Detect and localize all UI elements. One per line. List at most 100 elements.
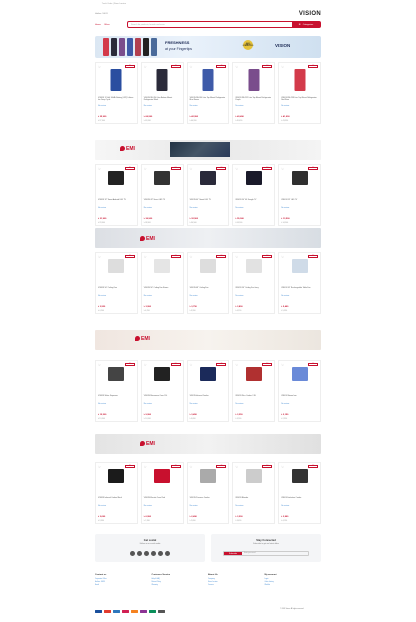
wishlist-icon[interactable]: ♡ xyxy=(281,167,284,171)
top-links[interactable]: Track Order | Store Locator xyxy=(102,3,126,5)
product-image[interactable] xyxy=(291,469,308,483)
product-image[interactable] xyxy=(108,259,125,273)
tiktok-icon[interactable] xyxy=(165,551,170,556)
product-card[interactable]: ♡ -6% VISION 56" Ceiling Fan No review ৳ 3,9… xyxy=(95,252,138,314)
product-card[interactable]: ♡ -5% VISION RE-238 Liter Top Mount Refrig… xyxy=(278,62,321,124)
product-image[interactable] xyxy=(199,259,216,273)
product-card[interactable]: ♡ -7% VISION 12 Volt 100Ah Battery (LFP) L… xyxy=(95,62,138,124)
twitter-icon[interactable] xyxy=(151,551,156,556)
email-input[interactable]: Enter your email xyxy=(242,553,308,554)
product-image[interactable] xyxy=(291,367,308,381)
wishlist-icon[interactable]: ♡ xyxy=(98,167,101,171)
product-name[interactable]: VISION RE-244 Liter Top Mount Refrigerat… xyxy=(190,97,227,102)
product-card[interactable]: ♡ -4% VISION RE-252 Liter Top Mount Refrig… xyxy=(232,62,276,124)
product-card[interactable]: ♡ -9% VISION Microwave Oven 20L No review ৳ … xyxy=(140,360,184,422)
kitchen-banner[interactable]: EMI xyxy=(95,330,321,350)
product-name[interactable]: VISION Pressure Cooker xyxy=(190,497,227,499)
product-card[interactable]: ♡ -7% VISION Electric Oven Red No review ৳ 6… xyxy=(140,462,184,524)
product-card[interactable]: ♡ -4% VISION RE-244 Liter Top Mount Refrig… xyxy=(186,62,230,124)
product-name[interactable]: VISION Rice Cooker 2.8L xyxy=(235,395,272,397)
appliance-banner[interactable]: EMI xyxy=(95,434,321,454)
product-image[interactable] xyxy=(156,69,168,91)
wishlist-icon[interactable]: ♡ xyxy=(235,167,238,171)
product-name[interactable]: VISION 56" Ceiling Fan Ivory xyxy=(235,287,272,289)
product-card[interactable]: ♡ -5% VISION 43" Smart LED TV No review ৳ 36… xyxy=(140,164,184,226)
wishlist-icon[interactable]: ♡ xyxy=(144,167,147,171)
product-image[interactable] xyxy=(245,171,262,185)
product-card[interactable]: ♡ -8% VISION 16" Rechargeable Table Fan No … xyxy=(278,252,321,314)
product-name[interactable]: VISION Microwave Oven 20L xyxy=(144,395,181,397)
product-image[interactable] xyxy=(291,171,308,185)
product-name[interactable]: VISION 24" LED TV xyxy=(281,199,318,201)
wishlist-icon[interactable]: ♡ xyxy=(98,363,101,367)
product-image[interactable] xyxy=(154,367,171,381)
product-image[interactable] xyxy=(154,259,171,273)
product-name[interactable]: VISION 43" Smart LED TV xyxy=(144,199,181,201)
product-card[interactable]: ♡ -6% VISION Blender No review ৳ 3,290 ৳ 3,49… xyxy=(232,462,276,524)
wishlist-icon[interactable]: ♡ xyxy=(281,65,284,69)
wishlist-icon[interactable]: ♡ xyxy=(235,363,238,367)
wishlist-icon[interactable]: ♡ xyxy=(235,465,238,469)
product-image[interactable] xyxy=(108,469,125,483)
subscribe-button[interactable]: Subscribe xyxy=(224,552,242,555)
product-name[interactable]: VISION 40" Smart LED TV xyxy=(190,199,227,201)
product-card[interactable]: ♡ -7% VISION Infrared Cooker No review ৳ 3,4… xyxy=(186,360,230,422)
wishlist-icon[interactable]: ♡ xyxy=(190,465,193,469)
product-image[interactable] xyxy=(199,367,216,381)
product-name[interactable]: VISION Infrared Cooker xyxy=(190,395,227,397)
product-card[interactable]: ♡ -9% VISION Steam Iron No review ৳ 2,150 ৳ 2… xyxy=(278,360,321,422)
linkedin-icon[interactable] xyxy=(158,551,163,556)
product-name[interactable]: VISION Blender xyxy=(235,497,272,499)
tv-banner[interactable]: EMI xyxy=(95,140,321,160)
product-card[interactable]: ♡ -6% VISION 56" Ceiling Fan Ivory No revie… xyxy=(232,252,276,314)
wishlist-icon[interactable]: ♡ xyxy=(98,65,101,69)
categories-button[interactable]: ☰ Categories xyxy=(292,22,320,27)
product-card[interactable]: ♡ -7% VISION Pressure Cooker No review ৳ 2,4… xyxy=(186,462,230,524)
wishlist-icon[interactable]: ♡ xyxy=(98,255,101,259)
wishlist-icon[interactable]: ♡ xyxy=(235,65,238,69)
hero-banner[interactable]: FRESHNESS at your Fingertips BEST QUALIT… xyxy=(95,36,321,58)
product-name[interactable]: VISION Steam Iron xyxy=(281,395,318,397)
product-image[interactable] xyxy=(154,171,171,185)
product-image[interactable] xyxy=(199,171,216,185)
product-name[interactable]: VISION Water Dispenser xyxy=(98,395,135,397)
product-image[interactable] xyxy=(108,171,125,185)
wishlist-icon[interactable]: ♡ xyxy=(98,465,101,469)
product-card[interactable]: ♡ -6% VISION 56" Ceiling Fan Brown No revie… xyxy=(140,252,184,314)
wishlist-icon[interactable]: ♡ xyxy=(190,65,193,69)
product-image[interactable] xyxy=(108,367,125,381)
product-name[interactable]: VISION 56" Ceiling Fan xyxy=(98,287,135,289)
wishlist-icon[interactable]: ♡ xyxy=(144,465,147,469)
product-name[interactable]: VISION 56" Ceiling Fan Brown xyxy=(144,287,181,289)
vision-logo[interactable]: VISION xyxy=(299,11,321,17)
product-name[interactable]: VISION RE-350 Liter Bottom Mount Refrige… xyxy=(144,97,181,102)
product-card[interactable]: ♡ -8% VISION Infrared Cooker Black No revie… xyxy=(95,462,138,524)
product-image[interactable] xyxy=(199,469,216,483)
wishlist-icon[interactable]: ♡ xyxy=(144,363,147,367)
product-image[interactable] xyxy=(294,69,306,91)
product-card[interactable]: ♡ -5% VISION 50" 4K Google TV No review ৳ 55… xyxy=(232,164,276,226)
product-card[interactable]: ♡ -6% VISION 40" Smart LED TV No review ৳ 32… xyxy=(186,164,230,226)
fan-banner[interactable]: EMI xyxy=(95,228,321,248)
hotline-text[interactable]: Hotline: 16611 xyxy=(95,13,108,15)
product-image[interactable] xyxy=(291,259,308,273)
wishlist-icon[interactable]: ♡ xyxy=(235,255,238,259)
nav-offers[interactable]: Offers xyxy=(104,24,110,26)
product-card[interactable]: ♡ -4% VISION RE-350 Liter Bottom Mount Ref… xyxy=(140,62,184,124)
product-name[interactable]: VISION RE-238 Liter Top Mount Refrigerat… xyxy=(281,97,318,102)
product-image[interactable] xyxy=(245,469,262,483)
nav-home[interactable]: Home xyxy=(95,24,101,26)
wishlist-icon[interactable]: ♡ xyxy=(144,255,147,259)
wishlist-icon[interactable]: ♡ xyxy=(281,465,284,469)
product-image[interactable] xyxy=(110,69,122,91)
product-image[interactable] xyxy=(202,69,214,91)
footer-link[interactable]: Email xyxy=(95,584,152,587)
product-name[interactable]: VISION RE-252 Liter Top Mount Refrigerat… xyxy=(235,97,272,102)
wishlist-icon[interactable]: ♡ xyxy=(281,363,284,367)
product-name[interactable]: VISION 32" Smart Android LED TV xyxy=(98,199,135,201)
product-name[interactable]: VISION 48" Ceiling Fan xyxy=(190,287,227,289)
product-card[interactable]: ♡ -8% VISION 32" Smart Android LED TV No re… xyxy=(95,164,138,226)
product-image[interactable] xyxy=(154,469,171,483)
product-name[interactable]: VISION 50" 4K Google TV xyxy=(235,199,272,201)
wishlist-icon[interactable]: ♡ xyxy=(190,255,193,259)
